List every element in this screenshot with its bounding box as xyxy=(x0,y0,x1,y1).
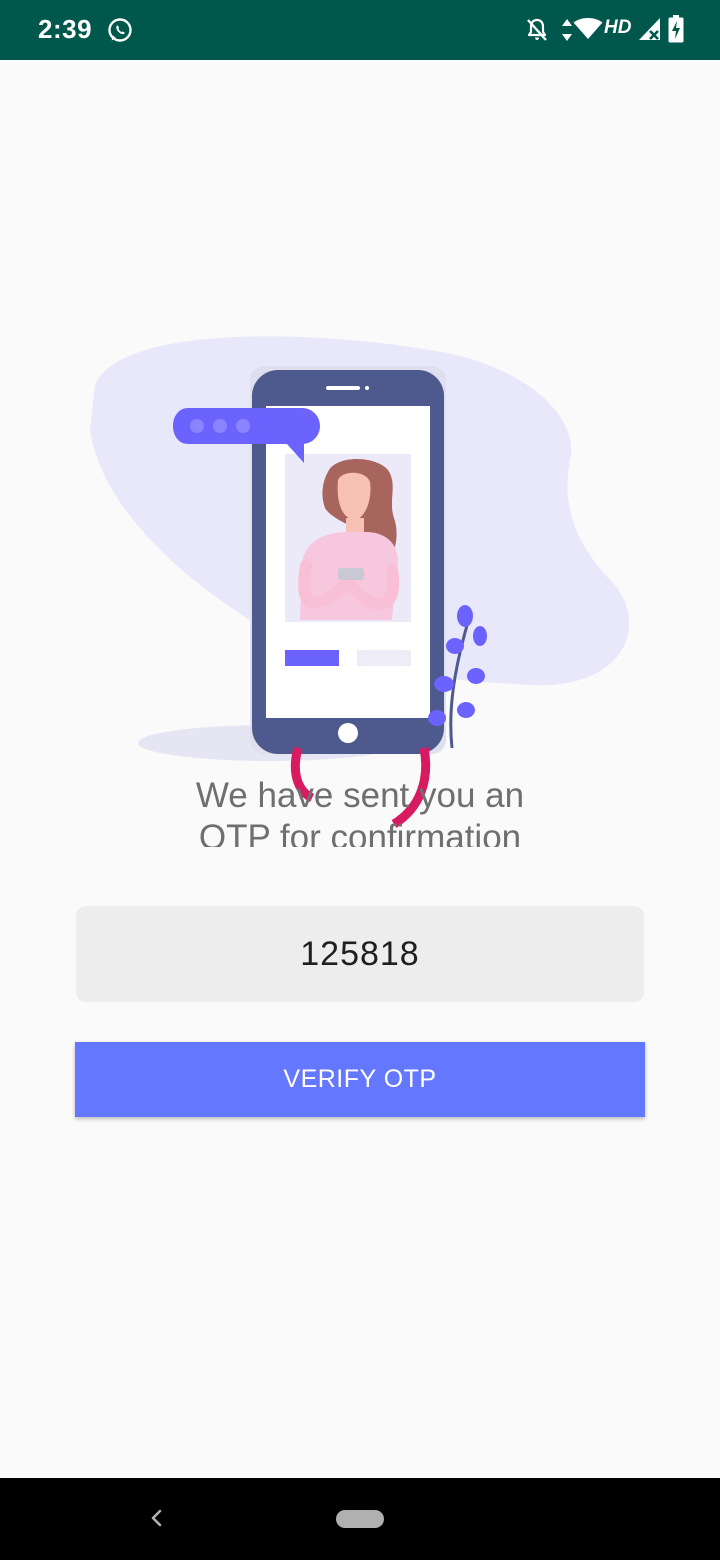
notifications-off-icon xyxy=(527,18,547,41)
woman-held-phone xyxy=(338,568,364,580)
whatsapp-icon xyxy=(108,18,132,42)
chat-dot-1 xyxy=(190,419,204,433)
phone-camera xyxy=(365,386,369,390)
verify-otp-button[interactable]: VERIFY OTP xyxy=(75,1042,645,1117)
plant-leaf xyxy=(473,626,487,646)
plant-leaf xyxy=(428,710,446,726)
navigation-bar xyxy=(0,1478,720,1560)
home-pill-icon[interactable] xyxy=(336,1510,384,1528)
data-arrows-icon xyxy=(562,19,572,41)
chat-dot-2 xyxy=(213,419,227,433)
otp-sent-message-line-2: OTP for confirmation xyxy=(198,818,522,847)
plant-leaf xyxy=(467,668,485,684)
back-icon[interactable] xyxy=(142,1498,170,1538)
phone-home-button xyxy=(338,723,358,743)
plant-leaf xyxy=(434,676,454,692)
phone-speaker xyxy=(326,386,360,390)
wifi-icon xyxy=(573,18,603,39)
network-type-label: HD xyxy=(604,17,632,38)
chat-dot-3 xyxy=(236,419,250,433)
otp-input[interactable] xyxy=(76,906,644,1002)
otp-sent-message: We have sent you an OTP for confirmation xyxy=(120,775,600,847)
screen-secondary-bar xyxy=(357,650,411,666)
battery-charging-icon xyxy=(668,15,684,43)
status-time: 2:39 xyxy=(38,14,93,44)
otp-verification-screen: 2:39 HD We have sent you an OTP for conf… xyxy=(0,0,720,1560)
plant-leaf xyxy=(457,605,473,627)
otp-sent-illustration xyxy=(90,336,630,828)
screen-primary-bar xyxy=(285,650,339,666)
otp-sent-message-line-1: We have sent you an xyxy=(195,776,525,815)
status-bar: 2:39 HD xyxy=(0,0,720,60)
plant-leaf xyxy=(446,638,464,654)
plant-leaf xyxy=(457,702,475,718)
signal-icon xyxy=(639,18,660,40)
